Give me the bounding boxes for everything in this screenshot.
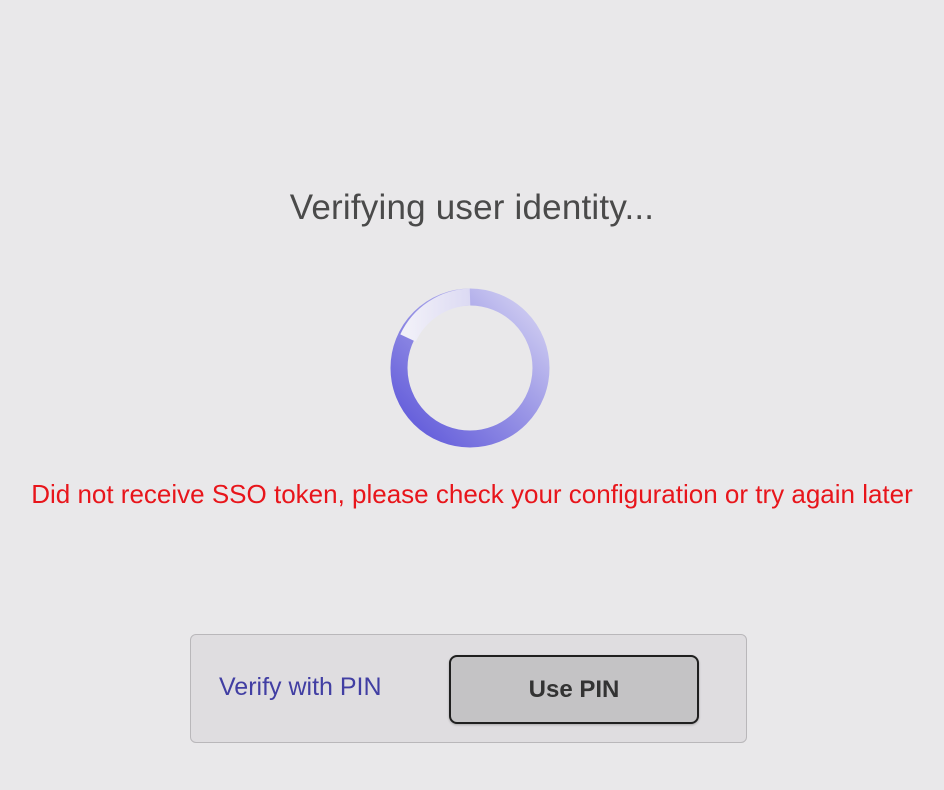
loading-spinner-icon [390,288,550,448]
status-title: Verifying user identity... [289,188,655,227]
use-pin-button[interactable]: Use PIN [449,655,699,724]
pin-panel: Verify with PIN Use PIN [190,634,747,743]
verify-with-pin-label: Verify with PIN [219,673,382,701]
error-message: Did not receive SSO token, please check … [31,479,913,509]
